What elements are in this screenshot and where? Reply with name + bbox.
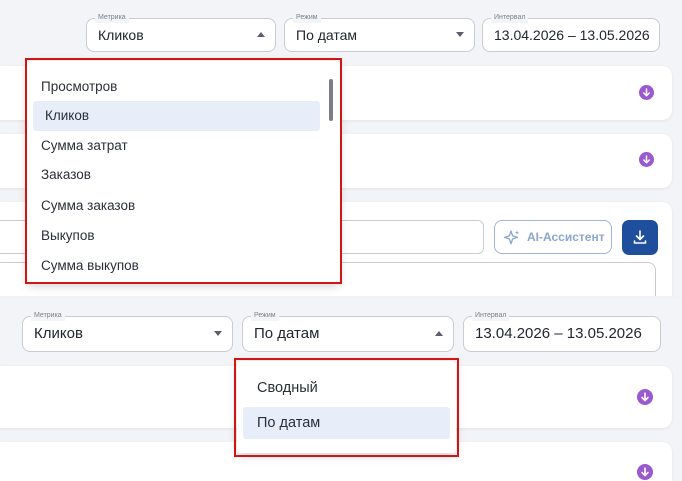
mode-value: По датам [254, 325, 320, 342]
menu-item-selected[interactable]: По датам [243, 407, 450, 439]
mode-select[interactable]: Режим По датам [242, 311, 454, 352]
metric-select[interactable]: Метрика Кликов [22, 311, 233, 352]
chevron-up-icon [435, 331, 443, 336]
menu-item-selected[interactable]: Кликов [33, 101, 320, 131]
mode-dropdown-menu: Сводный По датам [237, 361, 456, 453]
mode-select[interactable]: Режим По датам [284, 13, 475, 52]
top-panel: Метрика Кликов Режим По датам Интервал 1… [0, 0, 682, 296]
download-icon [633, 230, 647, 244]
arrow-down-circle-icon[interactable] [637, 464, 653, 480]
menu-item[interactable]: Сумма выкупов [27, 254, 340, 278]
arrow-down-circle-icon[interactable] [639, 85, 654, 100]
menu-item[interactable]: Сумма заказов [27, 194, 340, 218]
arrow-down-circle-icon[interactable] [639, 152, 654, 167]
menu-scrollbar[interactable] [329, 79, 333, 121]
interval-field[interactable]: Интервал 13.04.2026 – 13.05.2026 [482, 13, 660, 52]
metric-dropdown-menu: Просмотров Кликов Сумма затрат Заказов С… [27, 61, 340, 283]
sparkle-icon [503, 230, 519, 245]
menu-item[interactable]: Сумма затрат [27, 134, 340, 158]
chevron-down-icon [214, 331, 222, 336]
interval-value: 13.04.2026 – 13.05.2026 [494, 27, 650, 43]
bottom-panel: Метрика Кликов Режим По датам Интервал 1… [0, 298, 682, 481]
menu-item[interactable]: Просмотров [27, 75, 340, 99]
mode-value: По датам [296, 27, 358, 43]
ai-assistant-button[interactable]: AI-Ассистент [494, 220, 612, 254]
menu-item[interactable]: Выкупов [27, 224, 340, 248]
metric-value: Кликов [98, 27, 144, 43]
metric-value: Кликов [34, 325, 83, 342]
arrow-down-circle-icon[interactable] [637, 389, 653, 405]
ai-assistant-label: AI-Ассистент [527, 230, 605, 244]
download-button[interactable] [622, 220, 658, 255]
chevron-down-icon [456, 32, 464, 37]
interval-value: 13.04.2026 – 13.05.2026 [475, 325, 642, 342]
chevron-up-icon [257, 32, 265, 37]
metric-select[interactable]: Метрика Кликов [86, 13, 276, 52]
menu-item[interactable]: Заказов [27, 163, 340, 187]
menu-item[interactable]: Сводный [237, 373, 456, 403]
interval-field[interactable]: Интервал 13.04.2026 – 13.05.2026 [463, 311, 661, 352]
